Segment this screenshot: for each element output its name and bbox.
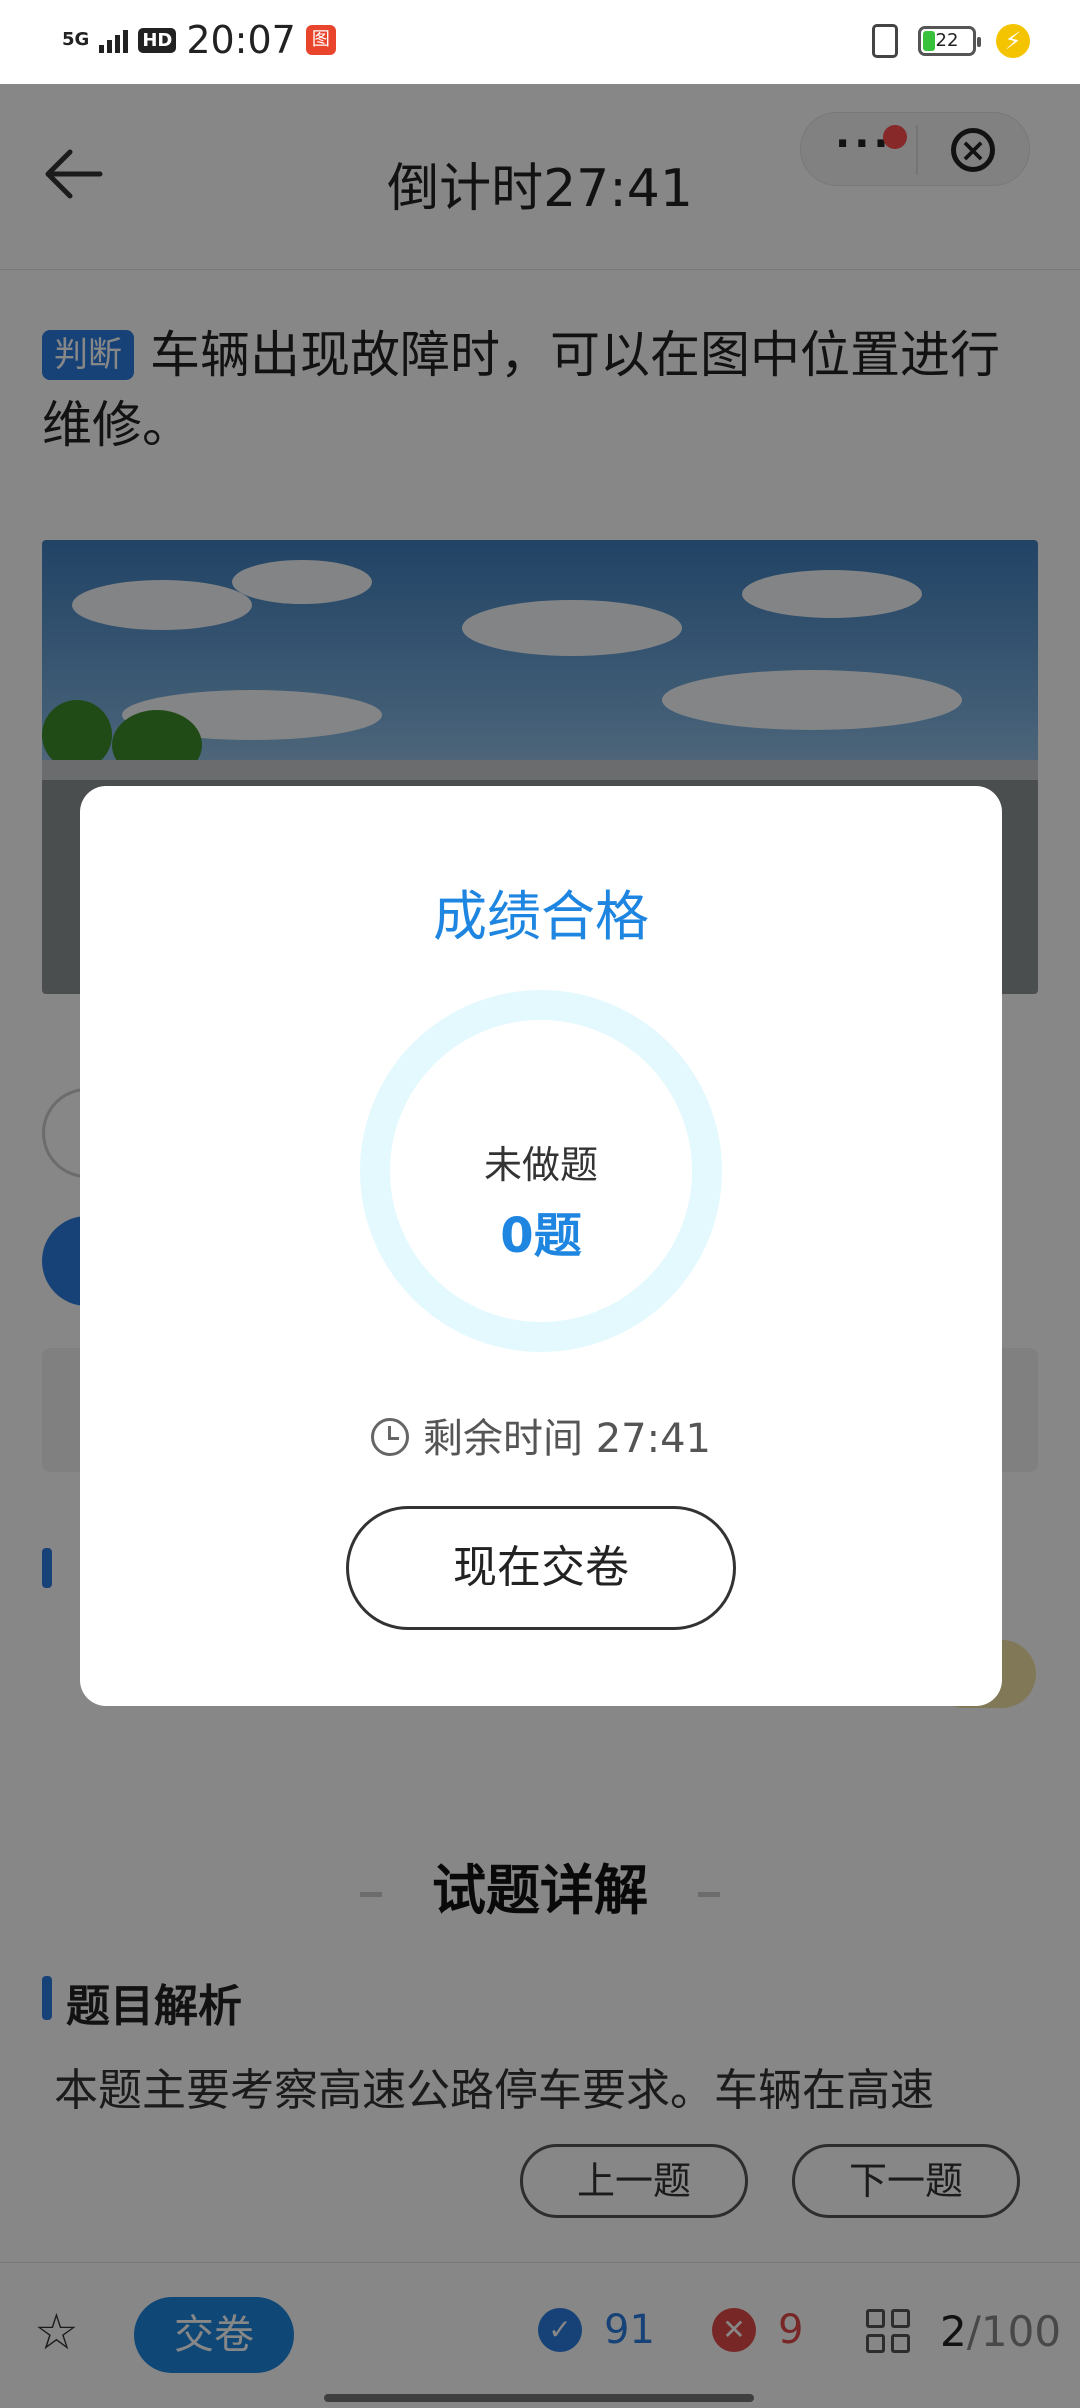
status-right: 22 ⚡ bbox=[872, 24, 1030, 58]
unanswered-count: 0题 bbox=[500, 1208, 582, 1264]
status-time: 20:07 bbox=[186, 18, 296, 62]
unanswered-label: 未做题 bbox=[483, 1143, 598, 1187]
network-indicator: 5G bbox=[62, 29, 90, 50]
remaining-time-text: 剩余时间 27:41 bbox=[423, 1416, 711, 1462]
vibrate-icon bbox=[872, 24, 898, 58]
signal-icon bbox=[99, 27, 129, 53]
hd-badge: HD bbox=[138, 27, 177, 53]
charging-icon: ⚡ bbox=[996, 24, 1030, 58]
clock-icon bbox=[371, 1418, 409, 1456]
progress-ring: 未做题 0题 bbox=[360, 990, 722, 1352]
battery-icon: 22 bbox=[918, 26, 981, 56]
result-dialog: 成绩合格 未做题 0题 剩余时间 27:41 现在交卷 bbox=[80, 786, 1002, 1706]
remaining-time: 剩余时间 27:41 bbox=[80, 1406, 1002, 1464]
result-title: 成绩合格 bbox=[433, 885, 649, 948]
status-left: 5G HD 20:07 图 bbox=[62, 18, 336, 62]
status-bar: 5G HD 20:07 图 22 ⚡ bbox=[0, 0, 1080, 84]
battery-level: 22 bbox=[935, 30, 959, 51]
submit-now-button[interactable]: 现在交卷 bbox=[346, 1506, 736, 1630]
app-notification-icon: 图 bbox=[305, 25, 336, 55]
